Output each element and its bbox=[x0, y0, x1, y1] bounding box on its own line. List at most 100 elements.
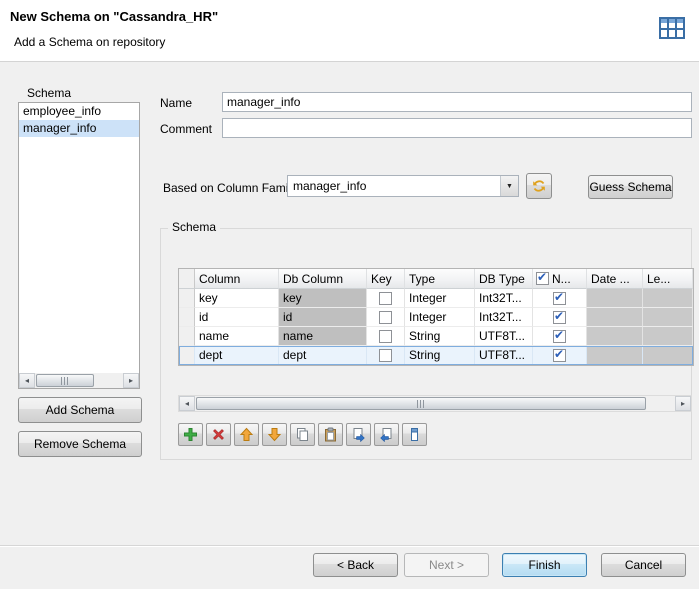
nullable-checkbox[interactable] bbox=[553, 330, 566, 343]
schema-list-label: Schema bbox=[27, 86, 71, 100]
paste-button[interactable] bbox=[318, 423, 343, 446]
add-row-button[interactable] bbox=[178, 423, 203, 446]
reset-db-types-button[interactable] bbox=[402, 423, 427, 446]
thumb-grip-icon bbox=[417, 400, 426, 408]
scroll-right-icon[interactable]: ▸ bbox=[675, 396, 691, 411]
header-column[interactable]: Column bbox=[195, 269, 279, 289]
copy-button[interactable] bbox=[290, 423, 315, 446]
key-checkbox[interactable] bbox=[379, 330, 392, 343]
table-row[interactable]: id id Integer Int32T... bbox=[179, 308, 693, 327]
header-length[interactable]: Le... bbox=[643, 269, 693, 289]
list-item-employee-info[interactable]: employee_info bbox=[19, 103, 139, 120]
cell-type[interactable]: Integer bbox=[405, 308, 475, 327]
schema-list[interactable]: employee_info manager_info ◂ ▸ bbox=[18, 102, 140, 389]
nullable-checkbox[interactable] bbox=[553, 311, 566, 324]
row-header[interactable] bbox=[179, 308, 195, 327]
row-header[interactable] bbox=[179, 327, 195, 346]
cell-db-type[interactable]: Int32T... bbox=[475, 308, 533, 327]
cancel-button[interactable]: Cancel bbox=[601, 553, 686, 577]
cell-db-column[interactable]: key bbox=[279, 289, 367, 308]
header-date-pattern[interactable]: Date ... bbox=[587, 269, 643, 289]
header-key[interactable]: Key bbox=[367, 269, 405, 289]
add-schema-button[interactable]: Add Schema bbox=[18, 397, 142, 423]
header-type[interactable]: Type bbox=[405, 269, 475, 289]
key-checkbox[interactable] bbox=[379, 292, 392, 305]
select-all-nullable-checkbox[interactable] bbox=[536, 272, 549, 285]
cell-type[interactable]: Integer bbox=[405, 289, 475, 308]
key-checkbox[interactable] bbox=[379, 311, 392, 324]
cell-key[interactable] bbox=[367, 327, 405, 346]
import-button[interactable] bbox=[374, 423, 399, 446]
export-button[interactable] bbox=[346, 423, 371, 446]
cell-key[interactable] bbox=[367, 289, 405, 308]
guess-schema-button[interactable]: Guess Schema bbox=[588, 175, 673, 199]
export-icon bbox=[351, 427, 366, 442]
table-grid-icon bbox=[657, 13, 687, 43]
column-icon bbox=[407, 427, 422, 442]
remove-schema-button[interactable]: Remove Schema bbox=[18, 431, 142, 457]
cell-date-pattern bbox=[587, 289, 643, 308]
cell-column[interactable]: id bbox=[195, 308, 279, 327]
schema-table-icon bbox=[657, 13, 687, 43]
cell-type[interactable]: String bbox=[405, 327, 475, 346]
row-header[interactable] bbox=[179, 289, 195, 308]
finish-button[interactable]: Finish bbox=[502, 553, 587, 577]
corner-header-cell bbox=[179, 269, 195, 289]
table-row[interactable]: key key Integer Int32T... bbox=[179, 289, 693, 308]
table-horizontal-scrollbar[interactable]: ◂ ▸ bbox=[178, 395, 692, 412]
cell-db-column[interactable]: id bbox=[279, 308, 367, 327]
table-row[interactable]: dept dept String UTF8T... bbox=[179, 346, 693, 365]
thumb-grip-icon bbox=[61, 377, 70, 385]
cell-key[interactable] bbox=[367, 308, 405, 327]
cell-type[interactable]: String bbox=[405, 346, 475, 365]
cell-nullable[interactable] bbox=[533, 327, 587, 346]
row-header[interactable] bbox=[179, 346, 195, 365]
remove-row-button[interactable] bbox=[206, 423, 231, 446]
cell-db-type[interactable]: Int32T... bbox=[475, 289, 533, 308]
move-up-button[interactable] bbox=[234, 423, 259, 446]
arrow-down-icon bbox=[267, 427, 282, 442]
schema-table: Column Db Column Key Type DB Type N... D… bbox=[178, 268, 694, 366]
comment-input[interactable] bbox=[222, 118, 692, 138]
scroll-left-icon[interactable]: ◂ bbox=[19, 373, 35, 388]
refresh-column-family-button[interactable] bbox=[526, 173, 552, 199]
cell-nullable[interactable] bbox=[533, 289, 587, 308]
back-button[interactable]: < Back bbox=[313, 553, 398, 577]
cell-nullable[interactable] bbox=[533, 308, 587, 327]
cell-db-type[interactable]: UTF8T... bbox=[475, 346, 533, 365]
cell-db-column[interactable]: name bbox=[279, 327, 367, 346]
name-label: Name bbox=[160, 96, 192, 110]
cell-length bbox=[643, 346, 693, 365]
cell-key[interactable] bbox=[367, 346, 405, 365]
header-nullable-label: N... bbox=[552, 272, 571, 286]
chevron-down-icon[interactable]: ▼ bbox=[500, 176, 518, 196]
combobox-value: manager_info bbox=[293, 179, 366, 193]
header-db-type[interactable]: DB Type bbox=[475, 269, 533, 289]
list-item-manager-info[interactable]: manager_info bbox=[19, 120, 139, 137]
header-nullable[interactable]: N... bbox=[533, 269, 587, 289]
table-row[interactable]: name name String UTF8T... bbox=[179, 327, 693, 346]
plus-icon bbox=[183, 427, 198, 442]
scroll-left-icon[interactable]: ◂ bbox=[179, 396, 195, 411]
schema-group-label: Schema bbox=[168, 220, 220, 234]
nullable-checkbox[interactable] bbox=[553, 292, 566, 305]
cell-column[interactable]: dept bbox=[195, 346, 279, 365]
scrollbar-thumb[interactable] bbox=[196, 397, 646, 410]
name-input[interactable] bbox=[222, 92, 692, 112]
delete-x-icon bbox=[211, 427, 226, 442]
scrollbar-thumb[interactable] bbox=[36, 374, 94, 387]
cell-column[interactable]: key bbox=[195, 289, 279, 308]
scroll-right-icon[interactable]: ▸ bbox=[123, 373, 139, 388]
header-db-column[interactable]: Db Column bbox=[279, 269, 367, 289]
cell-column[interactable]: name bbox=[195, 327, 279, 346]
nullable-checkbox[interactable] bbox=[553, 349, 566, 362]
column-family-combobox[interactable]: manager_info ▼ bbox=[287, 175, 519, 197]
cell-db-column[interactable]: dept bbox=[279, 346, 367, 365]
next-button[interactable]: Next > bbox=[404, 553, 489, 577]
move-down-button[interactable] bbox=[262, 423, 287, 446]
cell-length bbox=[643, 289, 693, 308]
cell-db-type[interactable]: UTF8T... bbox=[475, 327, 533, 346]
list-horizontal-scrollbar[interactable]: ◂ ▸ bbox=[19, 373, 139, 388]
key-checkbox[interactable] bbox=[379, 349, 392, 362]
cell-nullable[interactable] bbox=[533, 346, 587, 365]
